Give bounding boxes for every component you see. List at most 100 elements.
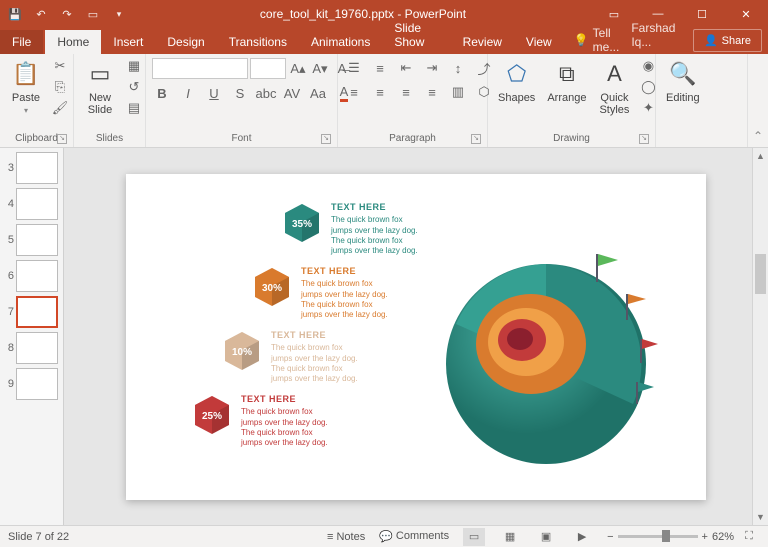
cube-icon: 30% [251,266,293,308]
sorter-view-icon[interactable]: ▦ [499,528,521,546]
format-painter-icon[interactable]: 🖌 [50,98,70,118]
redo-icon[interactable]: ↷ [58,5,76,23]
callout-heading: TEXT HERE [331,202,418,214]
thumbnail-slide-9[interactable]: 9 [0,366,63,402]
thumb-number: 8 [4,342,14,354]
tell-me-search[interactable]: 💡Tell me... [564,26,620,54]
callout-2[interactable]: 30% TEXT HERE The quick brown fox jumps … [251,266,388,321]
save-icon[interactable]: 💾 [6,5,24,23]
thumbnail-slide-5[interactable]: 5 [0,222,63,258]
slide-indicator[interactable]: Slide 7 of 22 [8,531,69,543]
scroll-up-icon[interactable]: ▲ [753,148,768,164]
align-center-icon[interactable]: ≡ [370,82,390,102]
comments-button[interactable]: 💬Comments [379,530,449,543]
callout-4[interactable]: 25% TEXT HERE The quick brown fox jumps … [191,394,328,449]
callout-3[interactable]: 10% TEXT HERE The quick brown fox jumps … [221,330,358,385]
italic-button[interactable]: I [178,83,198,103]
shadow-button[interactable]: abc [256,83,276,103]
columns-icon[interactable]: ▥ [448,82,468,102]
bold-button[interactable]: B [152,83,172,103]
cut-icon[interactable]: ✂ [50,56,70,76]
ribbon-tabs: File Home Insert Design Transitions Anim… [0,28,768,54]
tab-design[interactable]: Design [155,30,216,54]
bullets-icon[interactable]: ☰ [344,58,364,78]
zoom-level[interactable]: 62% [712,531,734,543]
paragraph-dialog-icon[interactable]: ↘ [471,134,481,144]
line-spacing-icon[interactable]: ↕ [448,58,468,78]
editing-button[interactable]: 🔍Editing [662,56,704,106]
paste-button[interactable]: 📋Paste▾ [6,56,46,117]
spacing-icon[interactable]: AV [282,83,302,103]
thumb-number: 9 [4,378,14,390]
slideshow-view-icon[interactable]: ▶ [571,528,593,546]
thumbnail-slide-3[interactable]: 3 [0,150,63,186]
cube-icon: 25% [191,394,233,436]
arrange-button[interactable]: ⧉Arrange [543,56,590,106]
thumbnail-slide-4[interactable]: 4 [0,186,63,222]
tab-view[interactable]: View [514,30,564,54]
status-bar: Slide 7 of 22 English (United States) ≡N… [0,525,768,547]
font-family-combo[interactable] [152,58,248,79]
notes-button[interactable]: ≡Notes [327,531,365,543]
undo-icon[interactable]: ↶ [32,5,50,23]
cube-icon: 35% [281,202,323,244]
callout-1[interactable]: 35% TEXT HERE The quick brown fox jumps … [281,202,418,257]
zoom-in-icon[interactable]: + [702,531,708,543]
tab-transitions[interactable]: Transitions [217,30,299,54]
tab-animations[interactable]: Animations [299,30,382,54]
callout-heading: TEXT HERE [271,330,358,342]
vertical-scrollbar[interactable]: ▲ ▼ [752,148,768,525]
tab-home[interactable]: Home [45,30,101,54]
grow-font-icon[interactable]: A▴ [288,59,308,79]
quick-styles-button[interactable]: AQuick Styles [594,56,634,118]
underline-button[interactable]: U [204,83,224,103]
cube-percent: 25% [202,411,222,422]
reading-view-icon[interactable]: ▣ [535,528,557,546]
align-right-icon[interactable]: ≡ [396,82,416,102]
thumb-preview [16,332,58,364]
shrink-font-icon[interactable]: A▾ [310,59,330,79]
align-left-icon[interactable]: ≡ [344,82,364,102]
scroll-thumb[interactable] [755,254,766,294]
tab-slideshow[interactable]: Slide Show [382,16,450,54]
zoom-slider[interactable] [618,535,698,538]
layout-icon[interactable]: ▦ [124,56,144,76]
tab-review[interactable]: Review [451,30,514,54]
thumbnail-slide-6[interactable]: 6 [0,258,63,294]
strike-button[interactable]: S [230,83,250,103]
shapes-icon: ⬠ [501,58,533,90]
shapes-button[interactable]: ⬠Shapes [494,56,539,106]
copy-icon[interactable]: ⎘ [50,77,70,97]
font-dialog-icon[interactable]: ↘ [321,134,331,144]
normal-view-icon[interactable]: ▭ [463,528,485,546]
justify-icon[interactable]: ≡ [422,82,442,102]
share-button[interactable]: 👤Share [693,29,762,52]
slide-canvas[interactable]: 35% TEXT HERE The quick brown fox jumps … [126,174,706,500]
slide-editor[interactable]: 35% TEXT HERE The quick brown fox jumps … [64,148,768,525]
slide-thumbnails[interactable]: 345 6 7 8 9 [0,148,64,525]
start-slideshow-icon[interactable]: ▭ [84,5,102,23]
font-size-combo[interactable] [250,58,286,79]
fit-window-icon[interactable]: ⛶ [738,528,760,546]
clipboard-dialog-icon[interactable]: ↘ [57,134,67,144]
case-icon[interactable]: Aa [308,83,328,103]
user-name[interactable]: Farshad Iq... [619,16,693,54]
new-slide-button[interactable]: ▭New Slide [80,56,120,118]
tab-insert[interactable]: Insert [101,30,155,54]
close-icon[interactable]: ✕ [724,0,768,28]
drawing-dialog-icon[interactable]: ↘ [639,134,649,144]
cube-percent: 35% [292,219,312,230]
indent-dec-icon[interactable]: ⇤ [396,58,416,78]
zoom-out-icon[interactable]: − [607,531,613,543]
section-icon[interactable]: ▤ [124,98,144,118]
scroll-down-icon[interactable]: ▼ [753,509,768,525]
numbering-icon[interactable]: ≡ [370,58,390,78]
thumbnail-slide-7[interactable]: 7 [0,294,63,330]
qat-customize-icon[interactable]: ▾ [110,5,128,23]
indent-inc-icon[interactable]: ⇥ [422,58,442,78]
thumb-number: 6 [4,270,14,282]
collapse-ribbon-icon[interactable]: ⌃ [748,54,768,147]
tab-file[interactable]: File [0,30,43,54]
thumbnail-slide-8[interactable]: 8 [0,330,63,366]
reset-icon[interactable]: ↺ [124,77,144,97]
